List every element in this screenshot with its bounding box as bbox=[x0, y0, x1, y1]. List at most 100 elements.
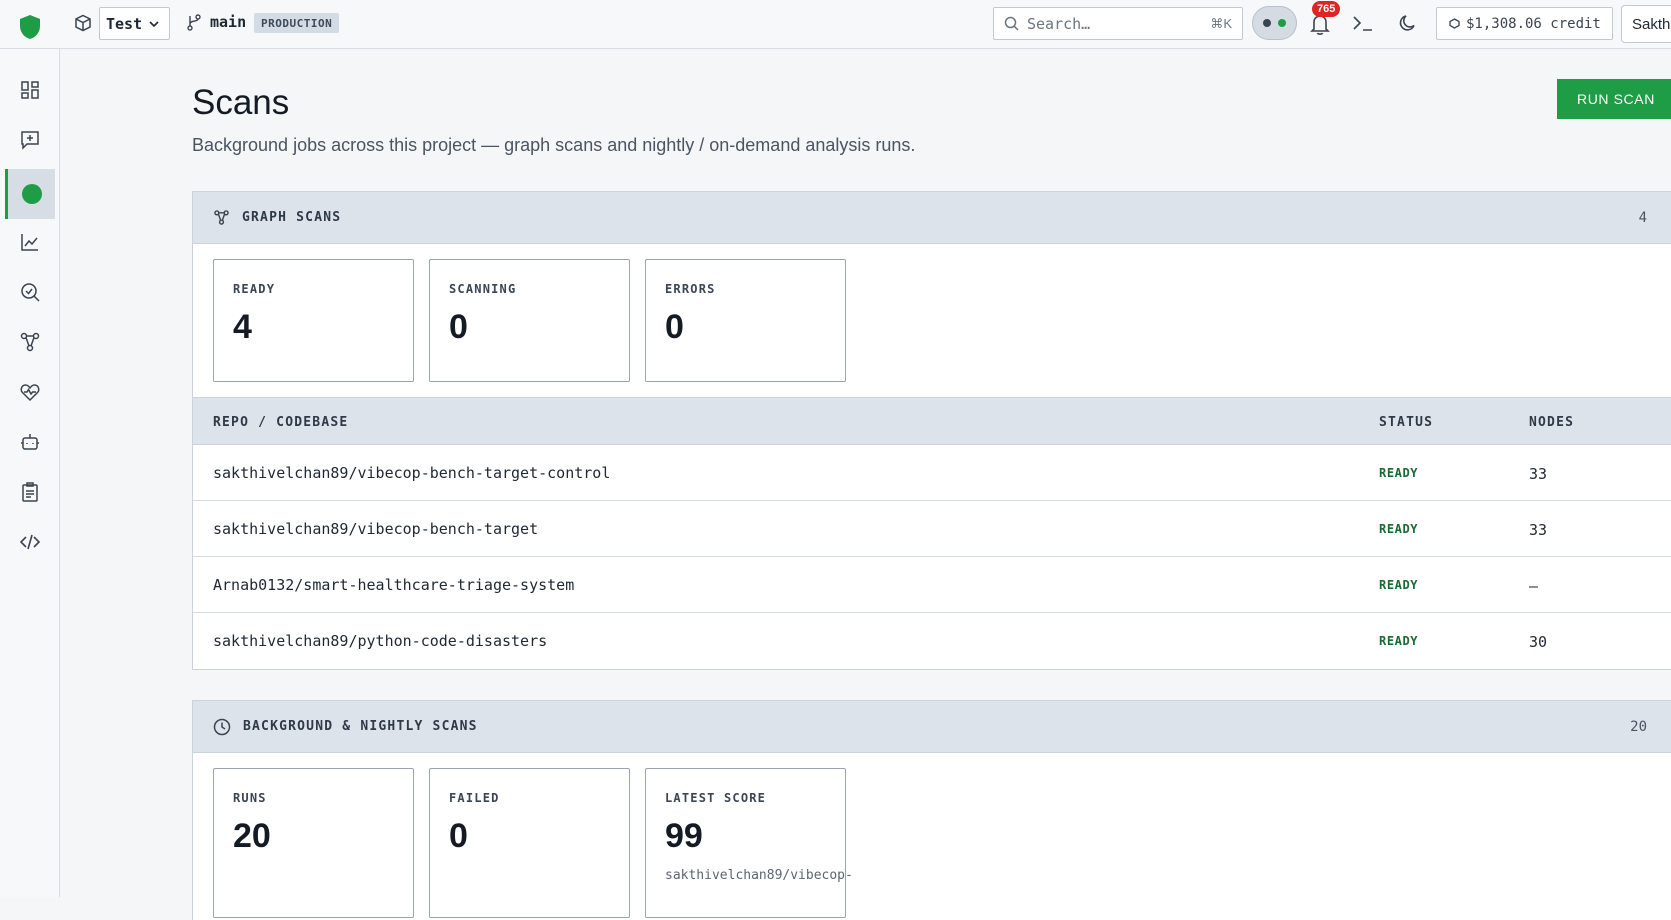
background-scans-title: BACKGROUND & NIGHTLY SCANS bbox=[243, 719, 478, 734]
top-bar: Test main PRODUCTION Search… ⌘K 765 $1,3… bbox=[0, 0, 1671, 49]
stat-label: RUNS bbox=[233, 791, 267, 805]
repo-name[interactable]: Arnab0132/smart-healthcare-triage-system bbox=[213, 576, 574, 594]
page-title: Scans bbox=[192, 83, 290, 122]
search-placeholder: Search… bbox=[1027, 14, 1091, 33]
stat-value: 4 bbox=[233, 308, 252, 346]
search-input[interactable]: Search… ⌘K bbox=[993, 7, 1243, 40]
toggle-dot-dark bbox=[1263, 19, 1271, 27]
message-plus-icon bbox=[21, 131, 39, 150]
status-badge: READY bbox=[1379, 522, 1419, 536]
sidebar-item-dashboard[interactable] bbox=[5, 65, 55, 115]
search-shortcut: ⌘K bbox=[1210, 16, 1232, 31]
coin-icon bbox=[1449, 18, 1460, 29]
repo-name[interactable]: sakthivelchan89/vibecop-bench-target bbox=[213, 520, 538, 538]
stat-label: LATEST SCORE bbox=[665, 791, 767, 805]
chevron-down-icon bbox=[149, 20, 159, 27]
sidebar-item-api[interactable] bbox=[5, 517, 55, 567]
table-row[interactable]: sakthivelchan89/python-code-disasters RE… bbox=[193, 613, 1671, 669]
sidebar-item-scans[interactable] bbox=[5, 169, 55, 219]
node-count: 33 bbox=[1529, 521, 1548, 539]
sidebar-item-graph[interactable] bbox=[5, 317, 55, 367]
stat-card-errors: ERRORS 0 bbox=[645, 259, 846, 382]
background-scans-header: BACKGROUND & NIGHTLY SCANS 20 bbox=[193, 701, 1671, 753]
stat-card-ready: READY 4 bbox=[213, 259, 414, 382]
stat-card-failed: FAILED 0 bbox=[429, 768, 630, 918]
status-badge: READY bbox=[1379, 578, 1419, 592]
stat-label: ERRORS bbox=[665, 282, 716, 296]
user-menu[interactable]: Sakthi bbox=[1621, 5, 1671, 43]
column-header-nodes[interactable]: NODES bbox=[1529, 415, 1574, 430]
stat-label: FAILED bbox=[449, 791, 500, 805]
scan-status-icon bbox=[21, 184, 42, 204]
git-branch-icon bbox=[187, 14, 201, 31]
repo-name[interactable]: sakthivelchan89/python-code-disasters bbox=[213, 632, 547, 650]
table-row[interactable]: sakthivelchan89/vibecop-bench-target REA… bbox=[193, 501, 1671, 557]
sidebar-item-agents[interactable] bbox=[5, 417, 55, 467]
column-header-repo[interactable]: REPO / CODEBASE bbox=[213, 415, 348, 430]
credit-button[interactable]: $1,308.06 credit bbox=[1436, 7, 1613, 40]
graph-nodes-icon bbox=[214, 210, 229, 225]
column-header-status[interactable]: STATUS bbox=[1379, 415, 1433, 430]
repo-name[interactable]: sakthivelchan89/vibecop-bench-target-con… bbox=[213, 464, 610, 482]
chart-icon bbox=[21, 234, 38, 251]
sidebar-item-review[interactable] bbox=[5, 267, 55, 317]
graph-nodes-icon bbox=[20, 332, 40, 352]
terminal-icon[interactable] bbox=[1352, 13, 1374, 33]
sidebar-item-reports[interactable] bbox=[5, 467, 55, 517]
shield-logo-icon[interactable] bbox=[18, 14, 42, 40]
graph-scans-header: GRAPH SCANS 4 bbox=[193, 192, 1671, 244]
table-header: REPO / CODEBASE STATUS NODES bbox=[193, 398, 1671, 445]
search-icon bbox=[1004, 16, 1019, 31]
stat-value: 99 bbox=[665, 817, 703, 855]
stat-value: 0 bbox=[449, 817, 468, 855]
search-check-icon bbox=[21, 283, 40, 302]
graph-scans-count: 4 bbox=[1638, 210, 1647, 226]
status-badge: READY bbox=[1379, 466, 1419, 480]
credit-amount: $1,308.06 credit bbox=[1466, 15, 1601, 32]
background-scans-panel: BACKGROUND & NIGHTLY SCANS 20 RUNS 20 FA… bbox=[192, 700, 1671, 920]
branch-name[interactable]: main bbox=[210, 13, 246, 31]
environment-badge: PRODUCTION bbox=[254, 13, 340, 33]
stat-label: READY bbox=[233, 282, 276, 296]
status-badge: READY bbox=[1379, 634, 1419, 648]
code-icon bbox=[19, 534, 41, 550]
robot-icon bbox=[21, 434, 39, 450]
stat-value: 20 bbox=[233, 817, 271, 855]
status-toggle[interactable] bbox=[1252, 6, 1297, 40]
sidebar-item-new-chat[interactable] bbox=[5, 115, 55, 165]
node-count: — bbox=[1529, 577, 1539, 595]
run-scan-button[interactable]: RUN SCAN bbox=[1557, 79, 1671, 119]
heart-pulse-icon bbox=[20, 384, 40, 402]
clipboard-icon bbox=[22, 482, 38, 502]
node-count: 33 bbox=[1529, 465, 1548, 483]
cube-icon bbox=[75, 14, 91, 32]
dashboard-icon bbox=[21, 81, 39, 99]
page-subtitle: Background jobs across this project — gr… bbox=[192, 135, 916, 155]
stat-value: 0 bbox=[665, 308, 684, 346]
sidebar-item-health[interactable] bbox=[5, 367, 55, 417]
table-row[interactable]: sakthivelchan89/vibecop-bench-target-con… bbox=[193, 445, 1671, 501]
stat-value: 0 bbox=[449, 308, 468, 346]
project-name: Test bbox=[106, 14, 143, 33]
stat-card-scanning: SCANNING 0 bbox=[429, 259, 630, 382]
notification-badge: 765 bbox=[1312, 1, 1341, 17]
stat-label: SCANNING bbox=[449, 282, 517, 296]
clock-icon bbox=[213, 718, 231, 735]
sidebar bbox=[0, 49, 60, 897]
latest-score-repo[interactable]: sakthivelchan89/vibecop- bbox=[665, 868, 853, 883]
toggle-dot-green bbox=[1278, 19, 1286, 27]
table-row[interactable]: Arnab0132/smart-healthcare-triage-system… bbox=[193, 557, 1671, 613]
moon-icon[interactable] bbox=[1398, 13, 1418, 33]
graph-scans-title: GRAPH SCANS bbox=[242, 210, 342, 225]
main-content: Scans Background jobs across this projec… bbox=[60, 49, 1671, 920]
user-name: Sakthi bbox=[1632, 15, 1671, 33]
stat-card-runs: RUNS 20 bbox=[213, 768, 414, 918]
stat-card-latest-score: LATEST SCORE 99 sakthivelchan89/vibecop- bbox=[645, 768, 853, 918]
sidebar-item-analytics[interactable] bbox=[5, 217, 55, 267]
graph-scans-stats: READY 4 SCANNING 0 ERRORS 0 bbox=[193, 244, 1671, 398]
project-select[interactable]: Test bbox=[99, 7, 170, 40]
background-scans-stats: RUNS 20 FAILED 0 LATEST SCORE 99 sakthiv… bbox=[193, 753, 1671, 918]
graph-scans-panel: GRAPH SCANS 4 READY 4 SCANNING 0 ERRORS … bbox=[192, 191, 1671, 670]
background-scans-count: 20 bbox=[1630, 719, 1647, 735]
node-count: 30 bbox=[1529, 633, 1548, 651]
